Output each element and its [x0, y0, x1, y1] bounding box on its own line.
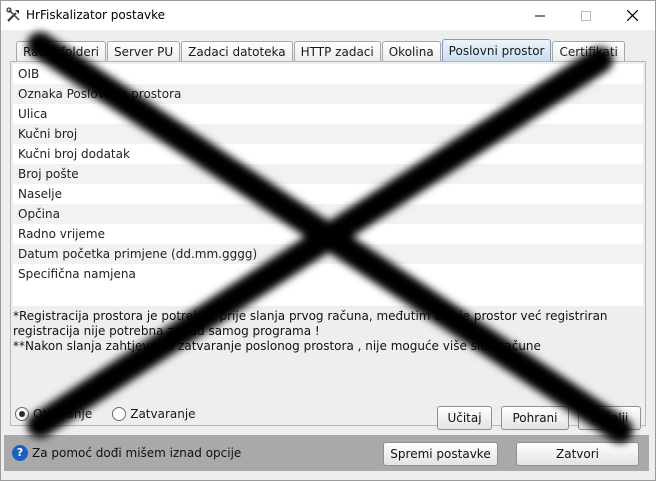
radio-zatvaranje-label: Zatvaranje: [130, 407, 196, 421]
save-settings-button[interactable]: Spremi postavke: [383, 442, 498, 466]
field-row-naselje[interactable]: Naselje: [13, 184, 643, 204]
settings-window: HrFiskalizator postavke Radni folderi Se…: [0, 0, 656, 481]
window-title: HrFiskalizator postavke: [26, 8, 166, 22]
field-row-oznaka[interactable]: Oznaka Poslovnog prostora: [13, 84, 643, 104]
tab-poslovni-prostor[interactable]: Poslovni prostor: [441, 39, 552, 62]
save-button[interactable]: Pohrani: [501, 406, 569, 430]
tab-radni-folderi[interactable]: Radni folderi: [16, 41, 106, 62]
client-area: Radni folderi Server PU Zadaci datoteka …: [1, 30, 655, 480]
field-row-radno-vrijeme[interactable]: Radno vrijeme: [13, 224, 643, 244]
close-button[interactable]: Zatvori: [516, 442, 639, 466]
question-icon: ?: [12, 445, 28, 461]
help-text: Za pomoć dođi mišem iznad opcije: [32, 446, 242, 460]
tools-icon: [6, 7, 20, 22]
fields-table: OIB Oznaka Poslovnog prostora Ulica Kučn…: [13, 64, 643, 306]
radio-selected-indicator: [15, 407, 29, 421]
field-row-opcina[interactable]: Opčina: [13, 204, 643, 224]
maximize-icon: [581, 10, 591, 21]
radio-zatvaranje[interactable]: Zatvaranje: [112, 407, 196, 421]
maximize-button[interactable]: [563, 1, 609, 30]
field-row-kucni-broj[interactable]: Kučni broj: [13, 124, 643, 144]
title-bar[interactable]: HrFiskalizator postavke: [1, 1, 655, 30]
tab-okolina[interactable]: Okolina: [381, 41, 441, 62]
minimize-icon: [535, 15, 545, 16]
tab-server-pu[interactable]: Server PU: [106, 41, 181, 62]
tab-strip: Radni folderi Server PU Zadaci datoteka …: [16, 39, 626, 62]
note-line-2: registracija nije potrebna za rad samog …: [13, 324, 320, 338]
field-row-ulica[interactable]: Ulica: [13, 104, 643, 124]
field-row-kucni-broj-dodatak[interactable]: Kučni broj dodatak: [13, 144, 643, 164]
field-row-datum[interactable]: Datum početka primjene (dd.mm.gggg): [13, 244, 643, 264]
note-line-3: **Nakon slanja zahtjeva za zatvaranje po…: [13, 339, 541, 353]
field-row-broj-poste[interactable]: Broj pošte: [13, 164, 643, 184]
close-icon: [626, 10, 638, 21]
radio-unselected-indicator: [112, 407, 127, 421]
tab-zadaci-datoteka[interactable]: Zadaci datoteka: [181, 41, 293, 62]
status-bar: ? Za pomoć dođi mišem iznad opcije Sprem…: [4, 435, 649, 471]
mode-radio-group: Otvaranje Zatvaranje: [15, 407, 216, 421]
send-button[interactable]: Pošalji: [578, 406, 641, 430]
tab-http-zadaci[interactable]: HTTP zadaci: [293, 41, 381, 62]
radio-otvaranje[interactable]: Otvaranje: [15, 407, 92, 421]
field-row-oib[interactable]: OIB: [13, 64, 643, 84]
minimize-button[interactable]: [517, 1, 563, 30]
poslovni-prostor-panel: OIB Oznaka Poslovnog prostora Ulica Kučn…: [10, 61, 646, 430]
note-line-1: *Registracija prostora je potrebna prije…: [13, 309, 608, 323]
load-button[interactable]: Učitaj: [437, 406, 492, 430]
field-row-namjena[interactable]: Specifična namjena: [13, 264, 643, 284]
notes-text: *Registracija prostora je potrebna prije…: [13, 309, 633, 354]
tab-certifikati[interactable]: Certifikati: [552, 41, 625, 62]
close-window-button[interactable]: [609, 1, 655, 30]
radio-otvaranje-label: Otvaranje: [33, 407, 93, 421]
